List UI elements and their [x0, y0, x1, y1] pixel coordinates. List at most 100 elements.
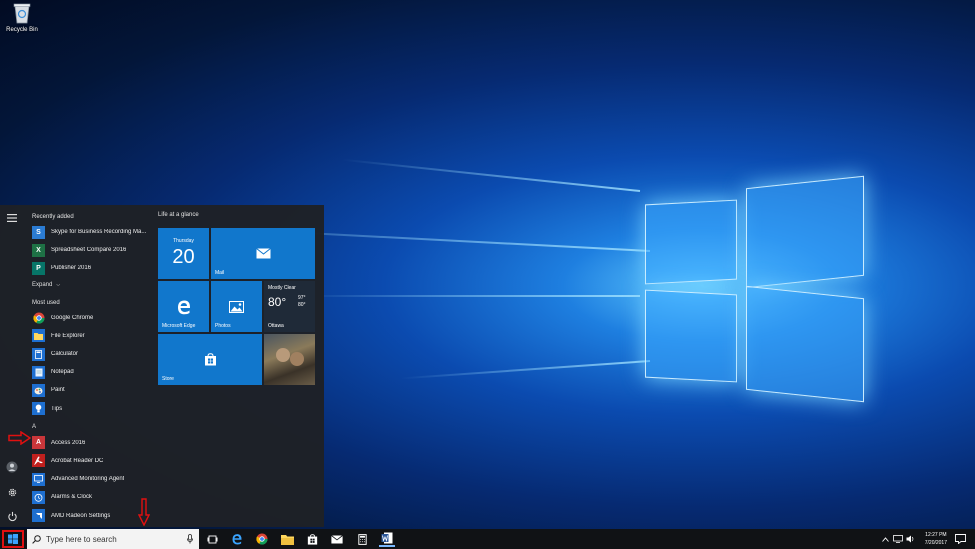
tiles-area: Life at a glance Thursday 20 Mail Micros…	[152, 205, 324, 527]
clock-time: 12:27 PM	[925, 532, 947, 538]
weather-condition: Mostly Clear	[268, 285, 296, 291]
app-label: Alarms & Clock	[51, 494, 93, 501]
hamburger-menu-icon[interactable]	[4, 210, 20, 226]
annotation-arrow-right-icon	[8, 431, 32, 445]
amd-icon	[32, 509, 45, 523]
chevron-up-icon[interactable]	[880, 531, 890, 547]
settings-gear-icon[interactable]	[4, 484, 20, 500]
app-label: Calculator	[51, 351, 79, 358]
app-item-publisher[interactable]: P Publisher 2016	[24, 259, 152, 277]
app-label: Skype for Business Recording Ma...	[51, 229, 147, 236]
clock[interactable]: 12:27 PM 7/20/2017	[925, 531, 947, 547]
power-icon[interactable]	[4, 508, 20, 524]
weather-low: 80°	[298, 302, 306, 308]
edge-taskbar-icon[interactable]	[229, 531, 245, 547]
store-tile-label: Store	[162, 376, 174, 382]
app-label: Spreadsheet Compare 2016	[51, 247, 127, 254]
weather-range: 97° 80°	[298, 295, 306, 309]
word-taskbar-icon[interactable]	[379, 531, 395, 547]
recycle-bin-icon	[12, 2, 32, 24]
user-avatar[interactable]	[4, 459, 20, 475]
paint-icon	[32, 383, 45, 397]
chevron-down-icon: ⌵	[56, 281, 61, 288]
weather-temp: 80°	[268, 295, 287, 309]
photos-tile-label: Photos	[215, 323, 231, 329]
app-item-advanced-monitoring-agent[interactable]: Advanced Monitoring Agent	[24, 470, 152, 488]
mail-tile-label: Mail	[215, 270, 225, 276]
app-item-google-chrome[interactable]: Google Chrome	[24, 309, 152, 327]
weather-city: Ottawa	[268, 323, 284, 329]
windows-logo-icon	[8, 534, 18, 544]
start-button[interactable]	[2, 530, 24, 548]
calendar-day: Thursday	[173, 238, 194, 244]
app-item-alarms-clock[interactable]: Alarms & Clock	[24, 488, 152, 506]
letter-header-a[interactable]: A	[24, 421, 152, 434]
chrome-icon	[32, 311, 45, 324]
taskbar: 12:27 PM 7/20/2017	[0, 529, 975, 549]
app-item-amd-radeon-settings[interactable]: AMD Radeon Settings	[24, 506, 152, 524]
clock-date: 7/20/2017	[924, 540, 947, 546]
file-explorer-taskbar-icon[interactable]	[279, 531, 295, 547]
most-used-heading: Most used	[32, 299, 60, 306]
photo-person-image	[276, 348, 290, 362]
task-view-icon[interactable]	[204, 531, 220, 547]
tips-icon	[32, 402, 45, 416]
chrome-taskbar-icon[interactable]	[254, 531, 270, 547]
app-item-calculator[interactable]: Calculator	[24, 345, 152, 363]
app-label: Google Chrome	[51, 314, 94, 321]
annotation-arrow-down-icon	[138, 498, 150, 526]
calendar-date: 20	[172, 246, 195, 268]
expand-label: Expand	[32, 281, 53, 288]
app-label: Tips	[51, 405, 63, 412]
app-label: Publisher 2016	[51, 265, 92, 272]
publisher-icon: P	[32, 261, 45, 275]
store-taskbar-icon[interactable]	[304, 531, 320, 547]
app-label: Notepad	[51, 369, 74, 376]
recycle-bin-label: Recycle Bin	[6, 27, 38, 33]
photos-tile[interactable]: Photos	[211, 281, 262, 332]
store-tile[interactable]: Store	[158, 334, 262, 385]
app-item-spreadsheet-compare[interactable]: X Spreadsheet Compare 2016	[24, 241, 152, 259]
recently-added-heading: Recently added	[32, 214, 74, 220]
mail-tile[interactable]: Mail	[211, 228, 315, 279]
app-item-access[interactable]: A Access 2016	[24, 434, 152, 452]
weather-high: 97°	[298, 295, 306, 301]
app-item-tips[interactable]: Tips	[24, 400, 152, 418]
monitoring-agent-icon	[32, 472, 45, 486]
recycle-bin[interactable]: Recycle Bin	[4, 2, 40, 33]
wallpaper-windows-logo	[180, 158, 900, 420]
app-label: File Explorer	[51, 332, 85, 339]
calculator-icon	[32, 347, 45, 361]
access-icon: A	[32, 436, 45, 450]
app-label: AMD Radeon Settings	[51, 512, 111, 519]
network-icon[interactable]	[892, 531, 904, 547]
search-input[interactable]	[46, 531, 176, 547]
app-label: Access 2016	[51, 439, 86, 446]
app-label: Acrobat Reader DC	[51, 457, 104, 464]
calculator-taskbar-icon[interactable]	[354, 531, 370, 547]
weather-tile[interactable]: Mostly Clear 80° 97° 80° Ottawa	[264, 281, 315, 332]
app-item-acrobat-reader[interactable]: Acrobat Reader DC	[24, 452, 152, 470]
app-label: Advanced Monitoring Agent	[51, 476, 125, 483]
expand-button[interactable]: Expand ⌵	[24, 278, 152, 292]
app-item-paint[interactable]: Paint	[24, 381, 152, 399]
app-item-file-explorer[interactable]: File Explorer	[24, 327, 152, 345]
app-label: Paint	[51, 387, 65, 394]
start-menu: Recently added S Skype for Business Reco…	[0, 205, 324, 527]
alarm-clock-icon	[32, 490, 45, 504]
volume-icon[interactable]	[905, 531, 916, 547]
microphone-icon[interactable]	[187, 534, 193, 544]
edge-tile-label: Microsoft Edge	[162, 323, 196, 329]
edge-tile[interactable]: Microsoft Edge	[158, 281, 209, 332]
mail-taskbar-icon[interactable]	[329, 531, 345, 547]
app-item-skype-recording[interactable]: S Skype for Business Recording Ma...	[24, 223, 152, 241]
app-item-notepad[interactable]: Notepad	[24, 363, 152, 381]
acrobat-icon	[32, 454, 45, 468]
folder-icon	[32, 329, 45, 343]
spreadsheet-compare-icon: X	[32, 243, 45, 257]
app-list[interactable]: Recently added S Skype for Business Reco…	[24, 205, 152, 527]
action-center-icon[interactable]	[952, 531, 968, 547]
photo-live-tile[interactable]	[264, 334, 315, 385]
search-box[interactable]	[27, 529, 199, 549]
calendar-tile[interactable]: Thursday 20	[158, 228, 209, 279]
